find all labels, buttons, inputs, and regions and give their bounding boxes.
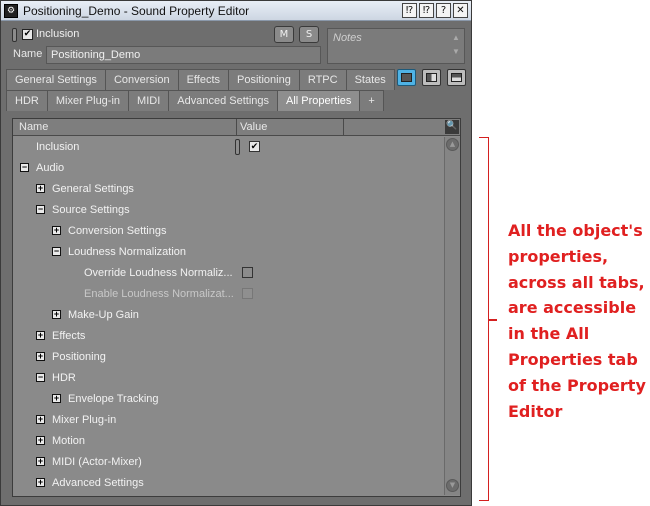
name-label: Name	[13, 48, 43, 60]
property-row[interactable]: + Effects	[13, 326, 443, 347]
mute-button[interactable]: M	[274, 26, 294, 43]
annotation-bracket-tick	[489, 319, 497, 321]
value-checkbox-disabled	[242, 288, 253, 299]
all-properties-panel: Name Value 🔍 Inclusion ✔ − Audio + General Se…	[12, 118, 461, 497]
property-row[interactable]: + Positioning	[13, 347, 443, 368]
tab-hdr[interactable]: HDR	[6, 90, 48, 111]
notes-field[interactable]: Notes ▲ ▼	[327, 28, 465, 64]
property-row[interactable]: − Source Settings	[13, 200, 443, 221]
property-row[interactable]: − Loudness Normalization	[13, 242, 443, 263]
collapse-icon[interactable]: −	[20, 163, 29, 172]
property-label: General Settings	[52, 183, 134, 195]
notes-scrollbar[interactable]: ▲ ▼	[450, 31, 462, 61]
property-label: Mixer Plug-in	[52, 414, 117, 426]
tab-rtpc[interactable]: RTPC	[298, 69, 347, 90]
expand-icon[interactable]: +	[52, 226, 61, 235]
add-tab-button[interactable]: +	[359, 90, 384, 111]
property-row[interactable]: Override Loudness Normaliz...	[13, 263, 443, 284]
title-bar[interactable]: ⚙ Positioning_Demo - Sound Property Edit…	[1, 1, 471, 21]
property-label: Conversion Settings	[68, 225, 167, 237]
value-checkbox[interactable]	[242, 267, 253, 278]
annotation-bracket	[479, 137, 489, 501]
value-checkbox[interactable]: ✔	[249, 141, 260, 152]
collapse-icon[interactable]: −	[52, 247, 61, 256]
column-value[interactable]: Value	[240, 121, 267, 133]
property-label: Audio	[36, 162, 65, 174]
close-icon[interactable]: ✕	[453, 3, 468, 18]
property-row[interactable]: + Envelope Tracking	[13, 389, 443, 410]
tab-all-properties[interactable]: All Properties	[277, 90, 361, 111]
property-label: Inclusion	[36, 141, 80, 153]
property-label: Effects	[52, 330, 86, 342]
column-name[interactable]: Name	[19, 121, 48, 133]
property-label: Advanced Settings	[52, 477, 144, 489]
solo-button[interactable]: S	[299, 26, 319, 43]
inclusion-checkbox[interactable]: ✔	[22, 29, 33, 40]
property-row[interactable]: + Mixer Plug-in	[13, 410, 443, 431]
property-row[interactable]: + General Settings	[13, 179, 443, 200]
property-row[interactable]: + MIDI (Actor-Mixer)	[13, 452, 443, 473]
property-label: Override Loudness Normaliz...	[84, 267, 233, 279]
help-context-2-icon[interactable]: ⁉	[419, 3, 434, 18]
tab-effects[interactable]: Effects	[177, 69, 230, 90]
property-tree: Inclusion ✔ − Audio + General Settings − Source…	[13, 137, 443, 495]
scroll-down-icon[interactable]: ▼	[446, 479, 459, 492]
column-header: Name Value 🔍	[13, 119, 460, 136]
search-icon[interactable]: 🔍	[445, 120, 459, 134]
expand-icon[interactable]: +	[36, 457, 45, 466]
property-label: Make-Up Gain	[68, 309, 139, 321]
property-label: HDR	[52, 372, 76, 384]
expand-icon[interactable]: +	[36, 478, 45, 487]
property-label: Loudness Normalization	[68, 246, 187, 258]
help-context-icon[interactable]: ⁉	[402, 3, 417, 18]
tab-positioning[interactable]: Positioning	[228, 69, 300, 90]
collapse-icon[interactable]: −	[36, 373, 45, 382]
window-title: Positioning_Demo - Sound Property Editor	[23, 3, 250, 18]
property-editor-window: ⚙ Positioning_Demo - Sound Property Edit…	[0, 0, 472, 506]
inclusion-label: Inclusion	[36, 28, 80, 40]
drag-handle-icon[interactable]	[12, 28, 17, 42]
property-label: Positioning	[52, 351, 106, 363]
expand-icon[interactable]: +	[52, 394, 61, 403]
layout-single-icon[interactable]	[397, 69, 416, 86]
name-input[interactable]: Positioning_Demo	[46, 46, 321, 64]
tab-midi[interactable]: MIDI	[128, 90, 170, 111]
property-row[interactable]: + Advanced Settings	[13, 473, 443, 494]
wwise-logo-icon: ⚙	[4, 3, 18, 18]
property-label: MIDI (Actor-Mixer)	[52, 456, 142, 468]
property-row[interactable]: − Audio	[13, 158, 443, 179]
tab-states[interactable]: States	[345, 69, 395, 90]
expand-icon[interactable]: +	[36, 415, 45, 424]
tab-conversion[interactable]: Conversion	[104, 69, 179, 90]
value-drag-handle-icon[interactable]	[235, 139, 240, 155]
notes-placeholder: Notes	[333, 32, 362, 44]
property-label: Source Settings	[52, 204, 130, 216]
tab-row-1: General Settings Conversion Effects Posi…	[6, 69, 395, 90]
scroll-up-icon[interactable]: ▲	[446, 138, 459, 151]
property-row[interactable]: − HDR	[13, 368, 443, 389]
help-icon[interactable]: ?	[436, 3, 451, 18]
annotation-text: All the object's properties, across all …	[508, 221, 646, 421]
collapse-icon[interactable]: −	[36, 205, 45, 214]
expand-icon[interactable]: +	[36, 436, 45, 445]
property-row[interactable]: Enable Loudness Normalizat...	[13, 284, 443, 305]
property-label: Envelope Tracking	[68, 393, 159, 405]
property-row[interactable]: + Motion	[13, 431, 443, 452]
vertical-scrollbar[interactable]: ▲ ▼	[444, 137, 460, 495]
expand-icon[interactable]: +	[52, 310, 61, 319]
property-row[interactable]: Inclusion ✔	[13, 137, 443, 158]
expand-icon[interactable]: +	[36, 184, 45, 193]
expand-icon[interactable]: +	[36, 352, 45, 361]
tab-advanced-settings[interactable]: Advanced Settings	[168, 90, 278, 111]
tab-row-2: HDR Mixer Plug-in MIDI Advanced Settings…	[6, 90, 384, 111]
expand-icon[interactable]: +	[36, 331, 45, 340]
layout-split-vertical-icon[interactable]	[422, 69, 441, 86]
tab-mixer-plug-in[interactable]: Mixer Plug-in	[46, 90, 130, 111]
property-label: Enable Loudness Normalizat...	[84, 288, 234, 300]
property-row[interactable]: + Make-Up Gain	[13, 305, 443, 326]
tab-general-settings[interactable]: General Settings	[6, 69, 106, 90]
layout-split-horizontal-icon[interactable]	[447, 69, 466, 86]
property-row[interactable]: + Conversion Settings	[13, 221, 443, 242]
property-label: Motion	[52, 435, 86, 447]
